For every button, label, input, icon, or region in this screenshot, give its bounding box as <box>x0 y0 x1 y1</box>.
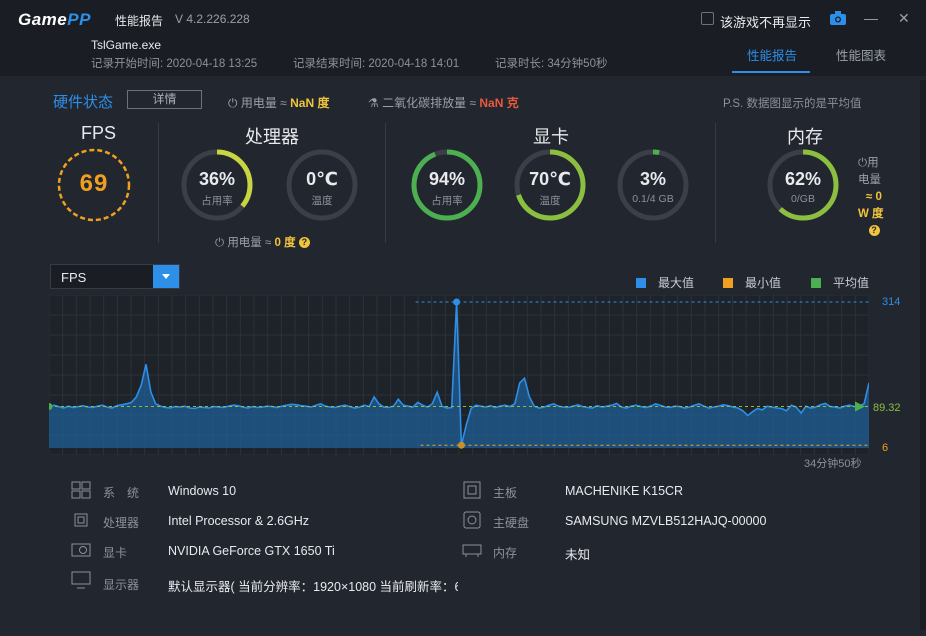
hide-game-checkbox[interactable] <box>701 12 714 25</box>
fps-title: FPS <box>81 123 117 143</box>
gpu-title: 显卡 <box>533 127 569 147</box>
cpu-icon <box>70 511 92 529</box>
power-icon: ⏻ <box>228 96 238 110</box>
memory-usage-gauge: 62% 0/GB <box>765 147 841 223</box>
spec-label: 主硬盘 <box>493 516 530 530</box>
memory-title: 内存 <box>787 127 823 147</box>
metric-selected: FPS <box>61 270 87 285</box>
spec-label: 主板 <box>493 486 518 500</box>
metric-dropdown[interactable]: FPS <box>50 264 180 289</box>
chevron-down-icon[interactable] <box>153 265 179 288</box>
gpu-memory-value: 3% <box>639 169 666 189</box>
spec-value: MACHENIKE K15CR <box>565 484 684 498</box>
window-title: 性能报告 <box>115 14 164 28</box>
cpu-temp-label: 温度 <box>311 195 333 207</box>
legend-avg: 平均值 <box>811 274 869 291</box>
monitor-icon <box>70 571 92 589</box>
gpu-usage-value: 94% <box>428 169 466 189</box>
camera-icon[interactable] <box>830 11 846 25</box>
help-icon[interactable]: ? <box>868 225 880 237</box>
active-tab-indicator <box>732 71 810 73</box>
flask-icon: ⚗ <box>368 96 379 110</box>
legend-max: 最大值 <box>636 274 694 291</box>
memory-usage-label: 0/GB <box>791 193 815 205</box>
hide-game-label[interactable]: 该游戏不再显示 <box>720 12 811 31</box>
spec-label: 系 统 <box>103 486 140 500</box>
gpu-icon <box>70 541 92 559</box>
version-label: V 4.2.226.228 <box>175 12 250 26</box>
spec-label: 处理器 <box>103 516 140 530</box>
power-icon: ⏻ <box>858 157 868 169</box>
fps-value: 69 <box>79 170 109 197</box>
chart-max-label: 314 <box>882 296 901 308</box>
spec-label: 内存 <box>493 546 518 560</box>
hardware-status-title: 硬件状态 <box>53 94 114 111</box>
performance-report-window: GamePP 性能报告 V 4.2.226.228 该游戏不再显示 — ✕ Ts… <box>0 0 926 636</box>
legend-swatch-max <box>636 278 646 288</box>
gpu-memory-label: 0.1/4 GB <box>632 193 674 205</box>
spec-value: Intel Processor & 2.6GHz <box>168 514 310 528</box>
tab-performance-report[interactable]: 性能报告 <box>747 45 797 64</box>
minimize-button[interactable]: — <box>864 10 878 26</box>
spec-value: NVIDIA GeForce GTX 1650 Ti <box>168 544 335 558</box>
power-summary: ⏻ 用电量 ≈ NaN 度 <box>228 96 330 110</box>
min-marker <box>457 441 465 449</box>
divider <box>158 123 159 243</box>
divider <box>715 123 716 243</box>
chart-min-label: 6 <box>882 442 889 454</box>
cpu-usage-label: 占用率 <box>201 195 233 207</box>
memory-power: ⏻用 电量 ≈ 0 W 度 ? <box>858 157 884 237</box>
legend-swatch-min <box>723 278 733 288</box>
ram-icon <box>461 541 483 559</box>
gpu-temp-gauge: 70℃ 温度 <box>512 147 588 223</box>
gpu-usage-label: 占用率 <box>431 195 463 207</box>
gpu-temp-label: 温度 <box>539 195 561 207</box>
memory-usage-value: 62% <box>784 169 822 189</box>
gamepp-logo: GamePP <box>18 10 91 29</box>
cpu-power: ⏻ 用电量 ≈ 0 度 ? <box>215 234 310 250</box>
spec-value: Windows 10 <box>168 484 237 498</box>
power-icon: ⏻ <box>215 237 225 249</box>
spec-value: 未知 <box>565 548 591 562</box>
legend-swatch-avg <box>811 278 821 288</box>
details-button[interactable]: 详情 <box>127 90 202 109</box>
fps-chart <box>49 295 869 455</box>
chart-avg-label: 89.32 <box>873 402 901 414</box>
scrollbar[interactable] <box>920 80 926 630</box>
windows-icon <box>70 481 92 499</box>
record-start: 记录开始时间: 2020-04-18 13:25 <box>91 58 258 70</box>
spec-value: 默认显示器( 当前分辨率：1920×1080 当前刷新率：60 <box>168 580 458 594</box>
disk-icon <box>461 511 483 529</box>
motherboard-icon <box>461 481 483 499</box>
spec-value: SAMSUNG MZVLB512HAJQ-00000 <box>565 514 767 528</box>
divider <box>385 123 386 243</box>
legend-min: 最小值 <box>723 274 781 291</box>
cpu-title: 处理器 <box>245 127 299 147</box>
record-end: 记录结束时间: 2020-04-18 14:01 <box>293 58 460 70</box>
cpu-usage-gauge: 36% 占用率 <box>179 147 255 223</box>
cpu-temp-value: 0℃ <box>306 169 338 189</box>
co2-summary: ⚗ 二氧化碳排放量 ≈ NaN 克 <box>368 96 519 110</box>
max-marker <box>453 298 461 306</box>
spec-label: 显示器 <box>103 578 140 592</box>
fps-gauge: 69 <box>55 146 133 224</box>
cpu-temp-gauge: 0℃ 温度 <box>284 147 360 223</box>
help-icon[interactable]: ? <box>298 237 310 249</box>
gpu-memory-gauge: 3% 0.1/4 GB <box>615 147 691 223</box>
cpu-usage-value: 36% <box>198 169 236 189</box>
record-duration: 记录时长: 34分钟50秒 <box>495 58 608 70</box>
chart-duration-label: 34分钟50秒 <box>804 458 862 470</box>
tab-performance-chart[interactable]: 性能图表 <box>836 45 886 64</box>
game-name: TslGame.exe <box>91 38 162 52</box>
spec-label: 显卡 <box>103 546 128 560</box>
close-button[interactable]: ✕ <box>898 10 910 27</box>
gpu-temp-value: 70℃ <box>529 169 571 189</box>
gpu-usage-gauge: 94% 占用率 <box>409 147 485 223</box>
average-note: P.S. 数据图显示的是平均值 <box>723 98 862 110</box>
